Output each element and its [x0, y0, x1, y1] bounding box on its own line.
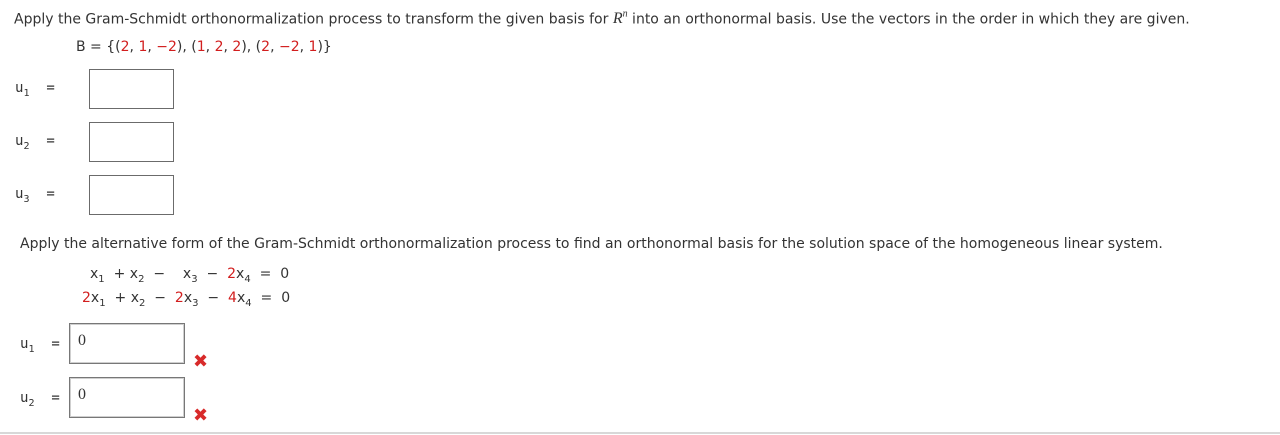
system-row-2: 2x1 + x2 − 2x3 − 4x4 = 0	[82, 290, 291, 309]
instruction-text-b: into an orthonormal basis. Use the vecto…	[627, 11, 1190, 28]
basis-set: B = {(2, 1, −2), (1, 2, 2), (2, −2, 1)}	[76, 39, 332, 55]
u1-label: u1 =	[15, 80, 55, 99]
answer-u2-value: 0	[78, 386, 86, 403]
divider	[0, 432, 1280, 434]
u3-input[interactable]	[89, 175, 174, 215]
incorrect-x-icon: ✖	[193, 351, 209, 372]
instruction-text-a: Apply the Gram-Schmidt orthonormalizatio…	[14, 11, 613, 28]
instruction-R: Rn	[612, 9, 628, 28]
answer-u2-input[interactable]: 0	[69, 377, 185, 418]
answer-u1-input[interactable]: 0	[69, 323, 185, 364]
answer-u2-label: u2 =	[20, 390, 60, 409]
system-row-1: x1 + x2 − x3 − 2x4 = 0	[90, 266, 290, 285]
answer-u1-label: u1 =	[20, 336, 60, 355]
u2-input[interactable]	[89, 122, 174, 162]
incorrect-x-icon: ✖	[193, 405, 209, 426]
answer-u1-value: 0	[78, 332, 86, 349]
problem2-instruction: Apply the alternative form of the Gram-S…	[20, 236, 1163, 252]
u1-input[interactable]	[89, 69, 174, 109]
problem1-instruction: Apply the Gram-Schmidt orthonormalizatio…	[14, 9, 1190, 28]
u2-label: u2 =	[15, 133, 55, 152]
u3-label: u3 =	[15, 186, 55, 205]
